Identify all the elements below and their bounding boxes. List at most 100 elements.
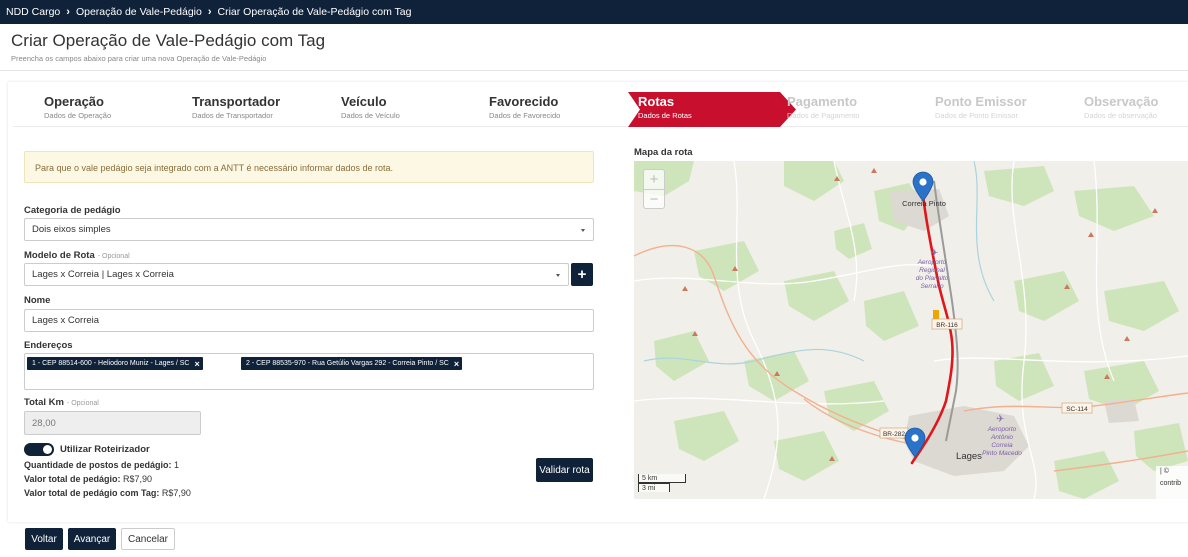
step-title: Veículo <box>341 94 387 109</box>
breadcrumb-operacao[interactable]: Operação de Vale-Pedágio <box>76 6 202 18</box>
remove-tag-icon[interactable]: × <box>454 359 459 369</box>
step-title: Pagamento <box>787 94 858 109</box>
nome-label: Nome <box>24 295 51 306</box>
place-correia-pinto: Correia Pinto <box>902 199 946 208</box>
address-tag-label: 2 - CEP 88535-970 - Rua Getúlio Vargas 2… <box>246 360 449 367</box>
route-map[interactable]: ✈ ✈ Correia Pinto Lages Aeroporto Region… <box>634 161 1188 499</box>
airport-serrano-line: Serrano <box>920 283 944 290</box>
categoria-label: Categoria de pedágio <box>24 205 121 216</box>
step-title: Rotas <box>638 94 675 109</box>
step-subtitle: Dados de Pagamento <box>787 111 860 120</box>
zoom-in-button[interactable]: + <box>644 170 664 189</box>
postos-value: 1 <box>174 460 180 470</box>
valor-summary: Valor total de pedágio: R$7,90 <box>24 474 152 484</box>
airport-serrano-line: Regional <box>919 267 945 274</box>
step-subtitle: Dados de Favorecido <box>489 111 561 120</box>
map-canvas: ✈ ✈ Correia Pinto Lages Aeroporto Region… <box>634 161 1188 499</box>
address-tag-label: 1 - CEP 88514-600 - Heliodoro Muniz - La… <box>32 360 190 367</box>
modelo-select[interactable]: Lages x Correia | Lages x Correia <box>24 263 569 286</box>
avancar-button[interactable]: Avançar <box>68 528 116 550</box>
scale-km: 5 km <box>638 474 686 483</box>
nome-value: Lages x Correia <box>32 315 100 326</box>
page-title: Criar Operação de Vale-Pedágio com Tag <box>11 31 326 50</box>
map-zoom-control: + − <box>643 169 665 209</box>
valor-label: Valor total de pedágio: <box>24 474 121 484</box>
modelo-label: Modelo de Rota - Opcional <box>24 250 130 261</box>
step-subtitle: Dados de Veículo <box>341 111 400 120</box>
step-subtitle: Dados de observação <box>1084 111 1157 120</box>
categoria-select[interactable]: Dois eixos simples <box>24 218 594 241</box>
total-km-value: 28,00 <box>32 417 56 429</box>
optional-hint: - Opcional <box>97 253 130 260</box>
breadcrumb-home[interactable]: NDD Cargo <box>6 6 60 18</box>
address-tag: 1 - CEP 88514-600 - Heliodoro Muniz - La… <box>27 357 203 370</box>
zoom-out-button[interactable]: − <box>644 190 664 209</box>
airport-serrano-label: Aeroporto Regional do Planalto Serrano <box>916 259 949 290</box>
step-subtitle: Dados de Transportador <box>192 111 273 120</box>
optional-hint: - Opcional <box>66 400 99 407</box>
br282-label: BR-282 <box>883 431 905 438</box>
address-tag: 2 - CEP 88535-970 - Rua Getúlio Vargas 2… <box>241 357 463 370</box>
step-title: Observação <box>1084 94 1159 109</box>
toll-icon <box>933 310 939 319</box>
route-warning-alert: Para que o vale pedágio seja integrado c… <box>24 151 594 183</box>
road-shield-sc114: SC-114 <box>1061 402 1093 414</box>
airport-serrano-line: do Planalto <box>916 275 949 282</box>
road-shield-br116: BR-116 <box>931 318 963 330</box>
add-route-model-button[interactable]: + <box>571 263 593 286</box>
step-title: Ponto Emissor <box>935 94 1027 109</box>
place-lages: Lages <box>956 451 982 462</box>
airplane-icon: ✈ <box>930 248 938 259</box>
enderecos-tags-input[interactable]: 1 - CEP 88514-600 - Heliodoro Muniz - La… <box>24 353 594 390</box>
step-subtitle: Dados de Rotas <box>638 111 692 120</box>
page-subtitle: Preencha os campos abaixo para criar uma… <box>11 54 267 63</box>
postos-label: Quantidade de postos de pedágio: <box>24 460 172 470</box>
scale-mi: 3 mi <box>638 483 670 492</box>
airport-serrano-line: Aeroporto <box>917 259 947 266</box>
categoria-value: Dois eixos simples <box>32 224 111 235</box>
airport-lages-line: Antônio <box>990 434 1013 441</box>
nome-input[interactable]: Lages x Correia <box>24 309 594 332</box>
enderecos-label: Endereços <box>24 340 73 351</box>
caret-down-icon <box>556 273 560 277</box>
plus-icon: + <box>577 266 587 283</box>
valor-value: R$7,90 <box>123 474 153 484</box>
sc114-label: SC-114 <box>1066 406 1088 413</box>
wizard-stepper: Operação Dados de Operação Transportador… <box>13 92 1188 127</box>
step-subtitle: Dados de Operação <box>44 111 112 120</box>
total-km-label: Total Km - Opcional <box>24 397 99 408</box>
roteirizador-toggle[interactable] <box>24 443 54 456</box>
step-title: Favorecido <box>489 94 559 109</box>
airport-lages-line: Correia <box>991 442 1013 449</box>
modelo-value: Lages x Correia | Lages x Correia <box>32 269 174 280</box>
attribution-line: | © <box>1160 468 1169 475</box>
remove-tag-icon[interactable]: × <box>194 359 199 369</box>
step-subtitle: Dados de Ponto Emissor <box>935 111 1018 120</box>
cancelar-button[interactable]: Cancelar <box>121 528 175 550</box>
voltar-button[interactable]: Voltar <box>25 528 63 550</box>
breadcrumb: NDD Cargo › Operação de Vale-Pedágio › C… <box>0 0 1188 24</box>
airport-lages-line: Pinto Macedo <box>982 450 1022 457</box>
total-km-label-text: Total Km <box>24 397 64 408</box>
breadcrumb-current: Criar Operação de Vale-Pedágio com Tag <box>217 6 412 18</box>
br116-label: BR-116 <box>936 322 958 329</box>
modelo-label-text: Modelo de Rota <box>24 250 95 261</box>
validar-rota-button[interactable]: Validar rota <box>536 458 593 482</box>
attribution-line: contrib <box>1160 480 1182 487</box>
toggle-knob <box>43 445 52 454</box>
road-shield-br282: BR-282 <box>879 427 909 439</box>
total-km-input[interactable]: 28,00 <box>24 411 201 435</box>
step-rotas[interactable]: Rotas Dados de Rotas <box>628 92 798 127</box>
chevron-right-icon: › <box>66 6 70 18</box>
step-title: Operação <box>44 94 104 109</box>
divider <box>0 70 1188 71</box>
airport-lages-line: Aeroporto <box>987 426 1017 433</box>
postos-summary: Quantidade de postos de pedágio: 1 <box>24 460 179 470</box>
map-attribution[interactable]: | © contrib <box>1156 466 1188 499</box>
airplane-icon: ✈ <box>996 414 1004 425</box>
valor-tag-value: R$7,90 <box>161 488 191 498</box>
roteirizador-label: Utilizar Roteirizador <box>60 444 150 455</box>
valor-tag-summary: Valor total de pedágio com Tag: R$7,90 <box>24 488 191 498</box>
caret-down-icon <box>581 228 585 232</box>
map-scale: 5 km 3 mi <box>638 474 686 492</box>
